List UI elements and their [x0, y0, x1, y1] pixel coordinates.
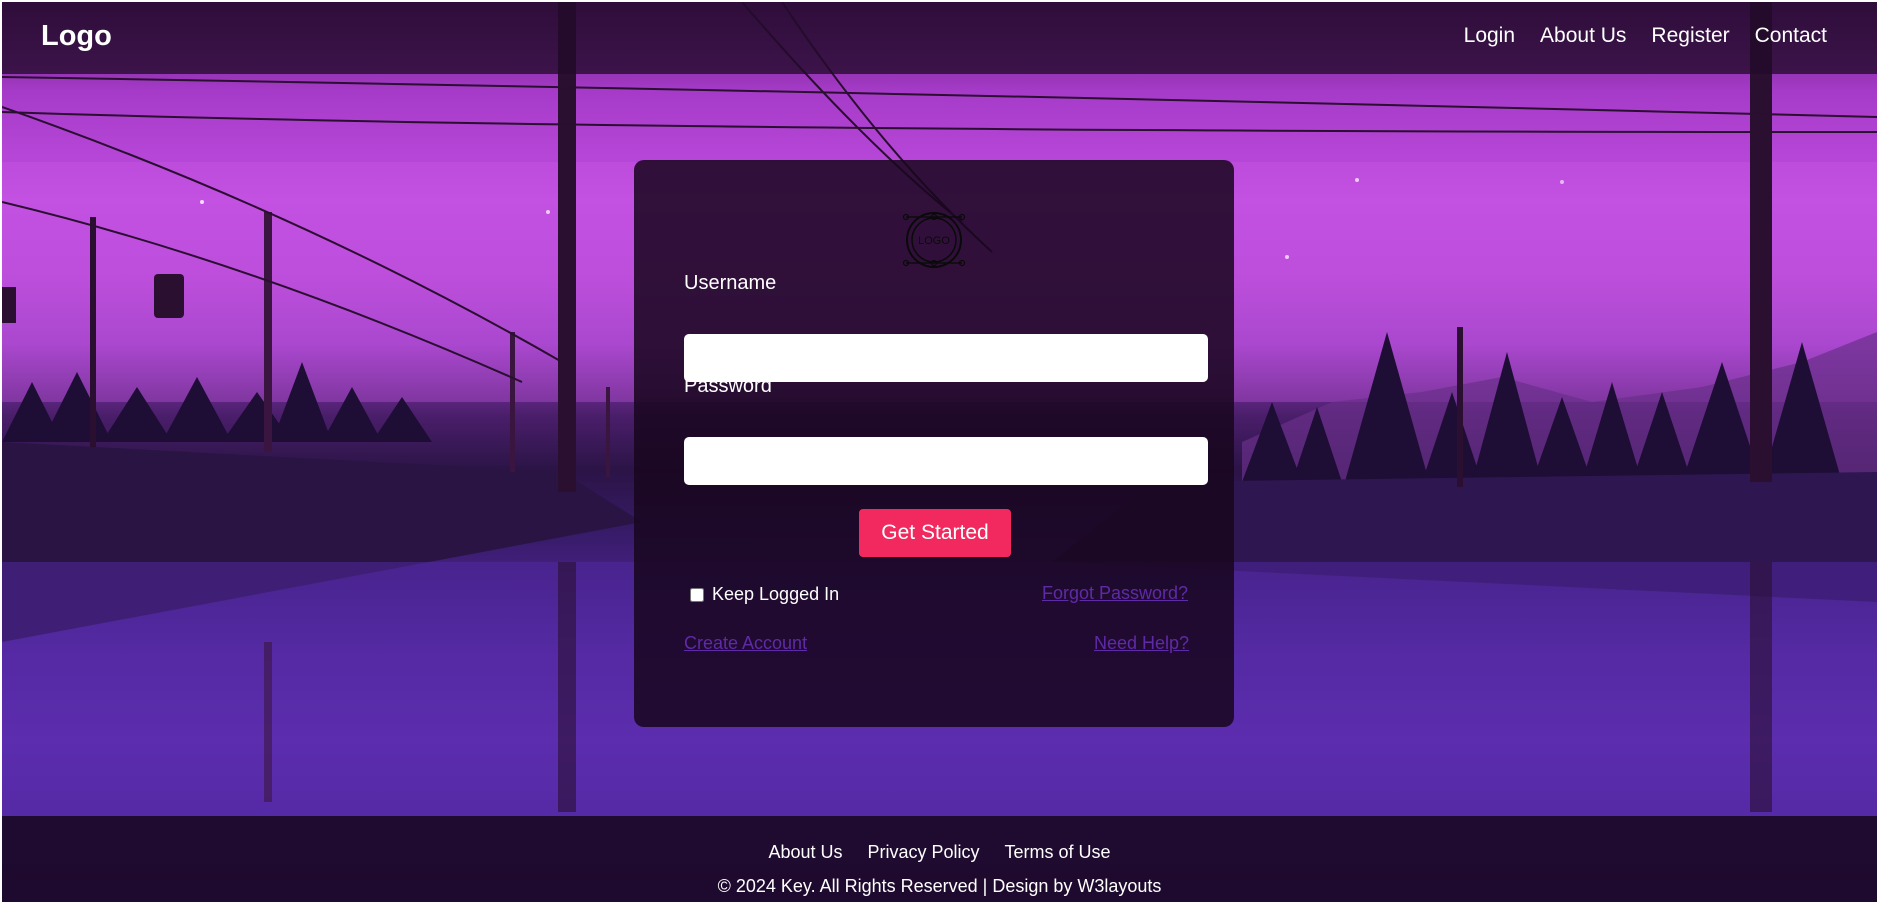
login-card: LOGO Username Password Get Started Keep …: [634, 160, 1234, 727]
create-account-link[interactable]: Create Account: [684, 633, 807, 654]
nav-link-contact[interactable]: Contact: [1755, 24, 1827, 48]
nav-link-register[interactable]: Register: [1651, 24, 1729, 48]
keep-logged-in-label: Keep Logged In: [712, 584, 840, 604]
password-label: Password: [684, 375, 772, 397]
need-help-link[interactable]: Need Help?: [1094, 633, 1189, 654]
nav-link-about-us[interactable]: About Us: [1540, 24, 1626, 48]
password-input[interactable]: [684, 437, 1208, 485]
logo-emblem-icon: LOGO: [902, 212, 966, 268]
footer-links: About Us Privacy Policy Terms of Use: [2, 842, 1877, 863]
page-frame: Logo Login About Us Register Contact LOG…: [2, 2, 1877, 902]
main-nav: Login About Us Register Contact: [1464, 24, 1827, 48]
top-navbar: Logo Login About Us Register Contact: [2, 2, 1877, 74]
copyright-text: © 2024 Key. All Rights Reserved | Design…: [717, 876, 1162, 896]
keep-logged-in-option[interactable]: Keep Logged In: [690, 584, 839, 605]
forgot-password-link[interactable]: Forgot Password?: [1042, 583, 1188, 604]
footer: About Us Privacy Policy Terms of Use © 2…: [2, 816, 1877, 902]
footer-link-terms-of-use[interactable]: Terms of Use: [1005, 842, 1111, 863]
logo-emblem-text: LOGO: [918, 235, 950, 247]
nav-link-login[interactable]: Login: [1464, 24, 1515, 48]
footer-link-about-us[interactable]: About Us: [768, 842, 842, 863]
footer-link-privacy-policy[interactable]: Privacy Policy: [867, 842, 979, 863]
username-label: Username: [684, 272, 777, 294]
site-logo[interactable]: Logo: [41, 20, 112, 53]
get-started-button[interactable]: Get Started: [859, 509, 1011, 557]
keep-logged-in-checkbox[interactable]: [690, 587, 704, 602]
